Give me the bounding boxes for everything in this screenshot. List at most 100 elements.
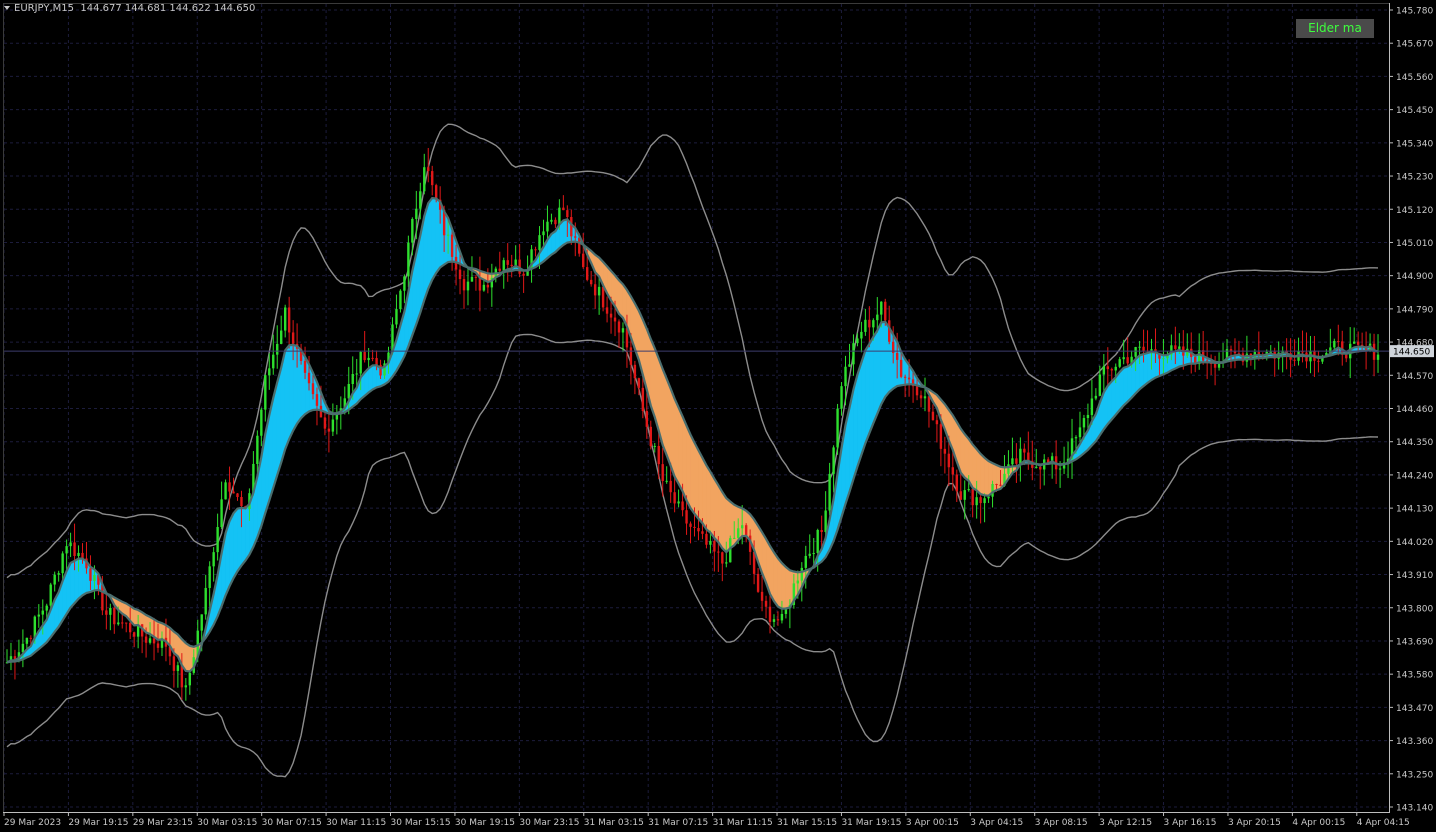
candle-bear xyxy=(486,284,490,288)
candle-bear xyxy=(303,360,307,373)
y-tick-label: 143.360 xyxy=(1396,737,1433,747)
candle-bear xyxy=(113,607,116,625)
candle-bull xyxy=(860,331,863,339)
candle-bull xyxy=(415,208,418,219)
x-tick-label: 30 Mar 23:15 xyxy=(519,818,579,828)
x-tick-label: 3 Apr 16:15 xyxy=(1164,818,1217,828)
ma-cloud-up xyxy=(1119,367,1124,411)
collapse-triangle-icon[interactable] xyxy=(4,6,10,10)
ma-cloud-up xyxy=(292,344,298,432)
candle-bear xyxy=(228,482,231,492)
candle-bull xyxy=(1058,468,1062,470)
candle-bull xyxy=(1094,395,1098,399)
candle-bull xyxy=(208,566,211,588)
candle-bear xyxy=(1317,360,1320,362)
candle-bear xyxy=(701,531,704,534)
candle-bear xyxy=(868,319,871,328)
ma-cloud-up xyxy=(78,558,83,600)
candle-bull xyxy=(677,501,680,504)
candle-bull xyxy=(740,525,744,529)
candle-bull xyxy=(1035,466,1038,468)
candle-bear xyxy=(121,622,124,624)
candle-bear xyxy=(999,484,1002,486)
candle-bull xyxy=(93,575,96,581)
candle-bull xyxy=(840,386,843,409)
y-tick-label: 144.900 xyxy=(1396,272,1433,282)
candle-bull xyxy=(1098,374,1102,396)
candle-bear xyxy=(713,540,716,552)
y-tick-label: 143.690 xyxy=(1396,637,1433,647)
candle-bull xyxy=(733,537,736,539)
ma-cloud-down xyxy=(185,642,191,672)
ma-cloud-down xyxy=(980,453,985,496)
elder-ma-button[interactable]: Elder ma xyxy=(1296,19,1374,38)
candle-bear xyxy=(1229,349,1233,351)
candle-bull xyxy=(268,368,271,376)
candle-bear xyxy=(717,551,720,553)
price-chart[interactable]: 145.780 145.670 145.560 145.450 145.340 145.2… xyxy=(0,0,1436,832)
y-tick-label: 145.450 xyxy=(1396,106,1433,116)
price-axis-line xyxy=(1389,3,1390,812)
candle-bear xyxy=(236,493,239,497)
candle-bear xyxy=(554,219,557,225)
y-tick-label: 145.780 xyxy=(1396,7,1433,17)
candle-bear xyxy=(1106,366,1109,370)
candle-bull xyxy=(1074,437,1078,439)
ma-cloud-up xyxy=(427,197,433,289)
candle-bull xyxy=(1150,349,1153,351)
candle-bull xyxy=(200,614,203,631)
time-axis-line xyxy=(3,812,1390,813)
candle-bull xyxy=(57,573,60,575)
candle-bear xyxy=(180,665,184,688)
candle-bear xyxy=(939,424,943,449)
candle-bull xyxy=(65,546,68,554)
candle-bear xyxy=(915,386,919,396)
ma-cloud-down xyxy=(618,279,624,319)
candle-bear xyxy=(927,396,931,412)
candle-bull xyxy=(283,307,287,331)
candle-bear xyxy=(1356,341,1360,345)
candle-bear xyxy=(291,332,295,344)
y-tick-label: 144.020 xyxy=(1396,538,1433,548)
symbol-label: EURJPY,M15 xyxy=(14,3,74,14)
x-tick-label: 29 Mar 19:15 xyxy=(68,818,128,828)
ma-cloud-up xyxy=(241,507,246,567)
candle-bear xyxy=(705,533,708,545)
candle-bull xyxy=(1114,366,1117,371)
y-tick-label: 144.570 xyxy=(1396,372,1433,382)
candle-bear xyxy=(681,501,684,511)
candle-bear xyxy=(363,351,366,361)
x-tick-label: 3 Apr 12:15 xyxy=(1099,818,1152,828)
candle-bear xyxy=(979,497,982,504)
ma-cloud-up xyxy=(1115,371,1121,416)
candle-bear xyxy=(534,249,537,251)
candle-bull xyxy=(836,408,839,448)
candle-bear xyxy=(232,491,235,494)
candle-bear xyxy=(105,610,108,615)
candle-bull xyxy=(188,672,192,686)
candle-bear xyxy=(673,492,676,504)
candle-bull xyxy=(264,375,267,410)
candle-bull xyxy=(351,374,354,385)
candle-bear xyxy=(971,489,974,506)
candle-bull xyxy=(876,314,879,321)
candle-bull xyxy=(808,553,811,556)
candle-bear xyxy=(633,364,637,379)
candle-bull xyxy=(61,553,64,574)
candle-bear xyxy=(562,207,565,211)
candle-bear xyxy=(884,301,887,321)
candle-bear xyxy=(431,171,434,186)
x-tick-label: 3 Apr 08:15 xyxy=(1035,818,1088,828)
candle-bear xyxy=(582,253,585,268)
candle-bear xyxy=(522,273,525,276)
candle-bear xyxy=(669,480,672,493)
ma-cloud-up xyxy=(70,560,75,609)
ma-cloud-up xyxy=(1139,353,1144,390)
candle-bull xyxy=(665,480,668,482)
ma-cloud-down xyxy=(984,457,989,497)
candle-bear xyxy=(895,353,899,360)
y-tick-label: 143.250 xyxy=(1396,770,1433,780)
ma-cloud-up xyxy=(1143,352,1148,387)
candle-bull xyxy=(1102,366,1106,375)
candle-bull xyxy=(967,489,970,491)
